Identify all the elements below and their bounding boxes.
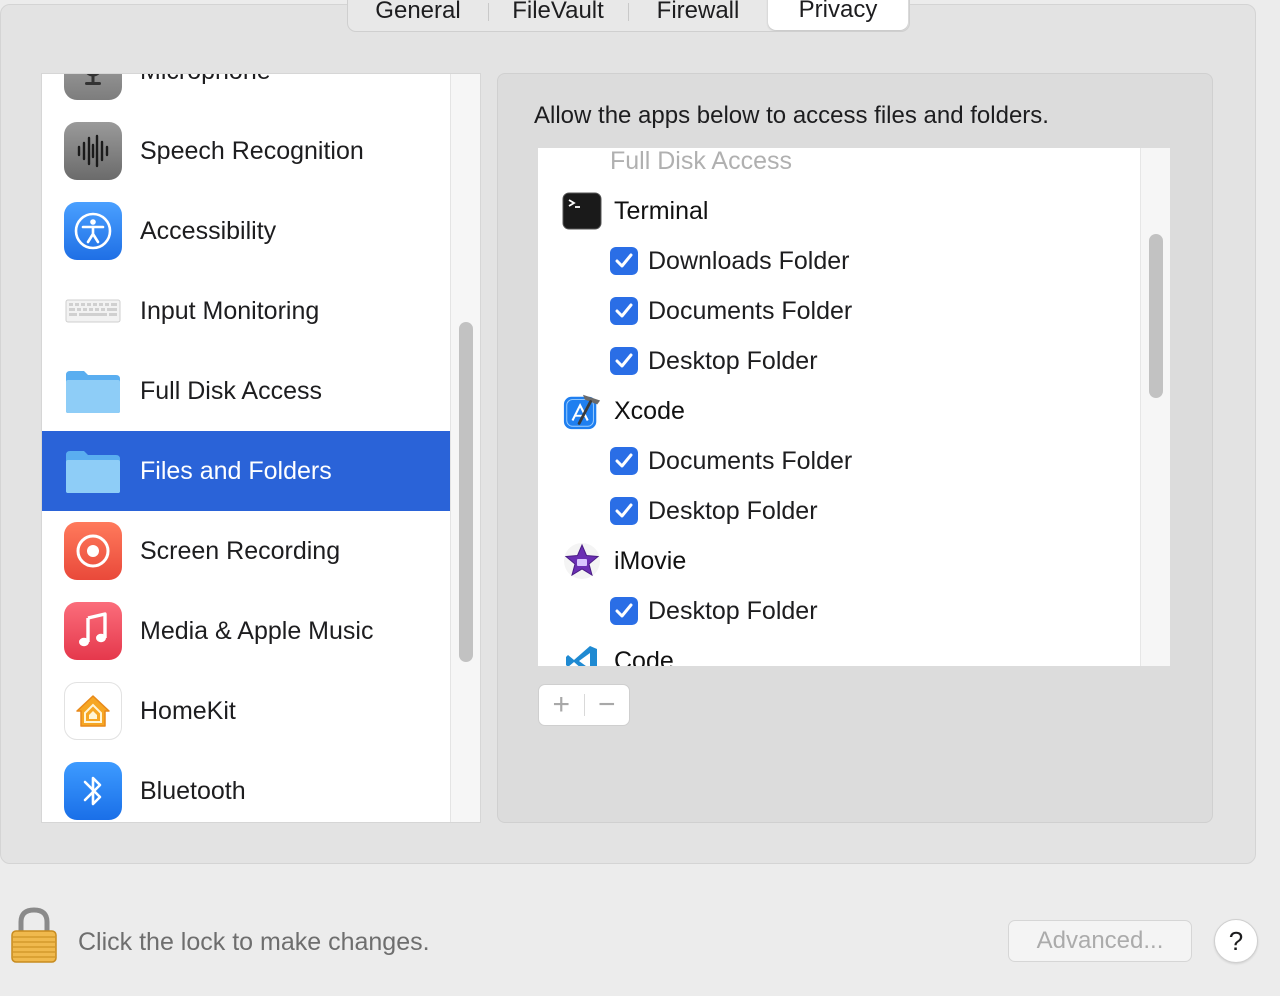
sidebar-item-homekit[interactable]: HomeKit [42,671,450,751]
waveform-icon [64,122,122,180]
sidebar-item-label: Bluetooth [140,776,246,805]
app-name: iMovie [614,546,687,575]
folder-row-imovie-desktop: Desktop Folder [538,586,1140,636]
sidebar-item-label: Speech Recognition [140,136,364,165]
sidebar-item-media-apple-music[interactable]: Media & Apple Music [42,591,450,671]
app-access-list: Full Disk Access Terminal Downloads Fold… [538,148,1170,666]
sidebar-scrollbar[interactable] [450,74,480,822]
folder-row-xcode-documents: Documents Folder [538,436,1140,486]
sidebar-item-label: Full Disk Access [140,376,322,405]
privacy-panel: General FileVault Firewall Privacy Micro… [0,0,1256,864]
tab-label: General [375,0,461,24]
sidebar-item-label: Microphone [140,74,271,86]
help-button[interactable]: ? [1214,919,1258,963]
imovie-icon [562,541,602,581]
microphone-icon [64,74,122,100]
sidebar-item-accessibility[interactable]: Accessibility [42,191,450,271]
sidebar-item-label: Accessibility [140,216,277,245]
folder-label: Documents Folder [648,296,853,325]
checkbox-checked[interactable] [610,347,638,375]
vscode-icon [562,641,602,666]
folder-row-terminal-documents: Documents Folder [538,286,1140,336]
sidebar-item-label: Input Monitoring [140,296,320,325]
sidebar-item-label: HomeKit [140,696,236,725]
app-row-imovie: iMovie [538,536,1140,586]
tab-general[interactable]: General [348,0,488,31]
sidebar-item-speech-recognition[interactable]: Speech Recognition [42,111,450,191]
remove-app-button[interactable]: − [585,685,630,725]
sidebar-scroll-thumb[interactable] [459,322,473,662]
files-and-folders-pane: Allow the apps below to access files and… [497,73,1213,823]
folder-label: Desktop Folder [648,596,818,625]
bluetooth-icon [64,762,122,820]
folder-label: Documents Folder [648,446,853,475]
folder-label: Desktop Folder [648,496,818,525]
sidebar-item-input-monitoring[interactable]: Input Monitoring [42,271,450,351]
checkbox-checked[interactable] [610,497,638,525]
sidebar-item-microphone[interactable]: Microphone [42,74,450,111]
tab-firewall[interactable]: Firewall [628,0,768,31]
app-name: Code [614,646,674,667]
app-name: Terminal [614,196,709,225]
screen-recording-icon [64,522,122,580]
checkbox-checked[interactable] [610,447,638,475]
tab-bar: General FileVault Firewall Privacy [347,0,910,32]
checkbox-checked[interactable] [610,597,638,625]
section-header: Full Disk Access [538,148,1140,186]
app-row-code: Code [538,636,1140,666]
lock-status-text: Click the lock to make changes. [78,928,430,956]
checkbox-checked[interactable] [610,297,638,325]
sidebar-item-screen-recording[interactable]: Screen Recording [42,511,450,591]
app-name: Xcode [614,396,685,425]
folder-row-terminal-downloads: Downloads Folder [538,236,1140,286]
sidebar-item-label: Screen Recording [140,536,341,565]
tab-filevault[interactable]: FileVault [488,0,628,31]
music-note-icon [64,602,122,660]
pane-description: Allow the apps below to access files and… [534,102,1049,129]
add-remove-control: + − [538,684,630,726]
sidebar-item-label: Media & Apple Music [140,616,374,645]
app-list-scrollbar[interactable] [1140,148,1170,666]
folder-icon [64,442,122,500]
xcode-icon [562,391,602,431]
sidebar-item-files-and-folders[interactable]: Files and Folders [42,431,450,511]
keyboard-icon [64,282,122,340]
tab-privacy[interactable]: Privacy [768,0,908,30]
accessibility-icon [64,202,122,260]
add-app-button[interactable]: + [539,685,584,725]
lock-icon[interactable] [10,906,58,964]
tab-label: Firewall [656,0,740,24]
tab-label: Privacy [798,0,878,23]
folder-row-xcode-desktop: Desktop Folder [538,486,1140,536]
sidebar-item-full-disk-access[interactable]: Full Disk Access [42,351,450,431]
app-list-scroll-thumb[interactable] [1149,234,1163,398]
app-row-terminal: Terminal [538,186,1140,236]
section-label: Full Disk Access [610,148,792,175]
tab-label: FileVault [512,0,604,24]
advanced-button[interactable]: Advanced... [1008,920,1192,962]
app-row-xcode: Xcode [538,386,1140,436]
sidebar-item-label: Files and Folders [140,456,332,485]
folder-label: Downloads Folder [648,246,850,275]
folder-label: Desktop Folder [648,346,818,375]
terminal-icon [562,191,602,231]
homekit-icon [64,682,122,740]
checkbox-checked[interactable] [610,247,638,275]
folder-row-terminal-desktop: Desktop Folder [538,336,1140,386]
folder-icon [64,362,122,420]
sidebar-item-bluetooth[interactable]: Bluetooth [42,751,450,822]
privacy-category-list: Microphone Speech Recognition Accessibil… [41,73,481,823]
